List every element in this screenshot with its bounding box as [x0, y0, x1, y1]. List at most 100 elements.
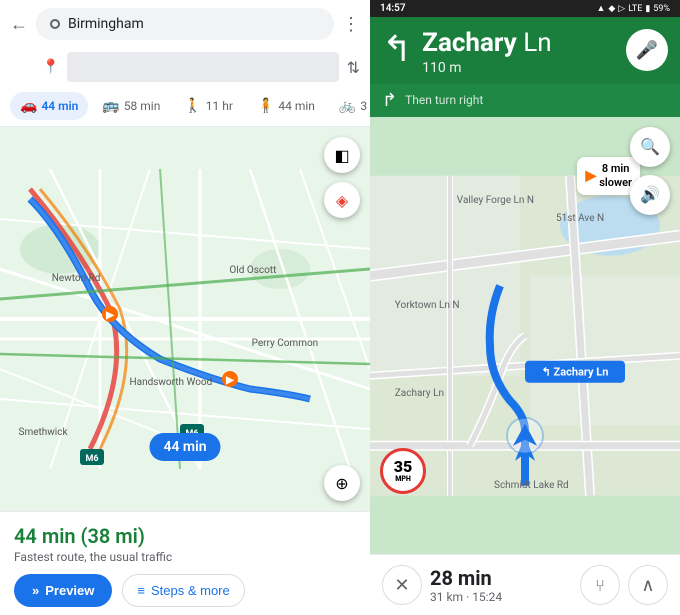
- search-bar[interactable]: Birmingham: [36, 8, 334, 40]
- nav-street-name: Zachary Ln: [422, 29, 616, 58]
- sub-street-name: Then turn right: [405, 93, 483, 107]
- nav-expand-button[interactable]: ∧: [628, 565, 668, 605]
- swap-button[interactable]: ⇅: [347, 58, 360, 77]
- handsworth-wood-label: Handsworth Wood: [130, 377, 213, 388]
- bike-icon: 🚲: [339, 98, 356, 114]
- zachary-ln-label: Zachary Ln: [395, 388, 444, 399]
- tab-walking[interactable]: 🚶 11 hr: [174, 92, 243, 120]
- old-oscott-label: Old Oscott: [229, 265, 276, 276]
- sound-button[interactable]: 🔊: [630, 175, 670, 215]
- rideshare-icon: 🧍: [257, 98, 274, 114]
- valley-forge-label: Valley Forge Ln N: [457, 195, 534, 206]
- data-icon: ▷: [618, 4, 625, 14]
- steps-icon: ≡: [137, 583, 145, 598]
- search-circle-icon: [50, 19, 60, 29]
- car-icon: 🚗: [20, 98, 37, 114]
- map-search-button[interactable]: 🔍: [630, 127, 670, 167]
- nav-eta-info: 28 min 31 km · 15:24: [430, 566, 572, 604]
- transit-eta: 58 min: [124, 99, 161, 113]
- compass-button[interactable]: ◈: [324, 182, 360, 218]
- slower-text: slower: [599, 176, 632, 190]
- transport-tabs: 🚗 44 min 🚌 58 min 🚶 11 hr 🧍 44 min 🚲 3 h…: [0, 86, 370, 127]
- schmidt-lake-label: Schmidt Lake Rd: [494, 480, 569, 491]
- status-time: 14:57: [380, 3, 406, 14]
- waypoint-row: 📍 ⇅: [0, 48, 370, 86]
- eta-badge: 44 min: [149, 433, 220, 461]
- compass-icon: ◈: [336, 191, 348, 210]
- lte-label: LTE: [628, 4, 642, 14]
- nav-street-info: Zachary Ln 110 m: [422, 29, 616, 76]
- nav-eta-time: 28 min: [430, 566, 572, 590]
- preview-label: Preview: [45, 583, 94, 598]
- battery-level: 59%: [653, 4, 670, 14]
- sound-icon: 🔊: [640, 185, 660, 204]
- sub-turn-icon: ↱: [382, 90, 397, 111]
- walking-eta: 11 hr: [206, 99, 233, 113]
- right-panel: 14:57 ▲ ◆ ▷ LTE ▮ 59% ↰ Zachary Ln 110 m…: [370, 0, 680, 615]
- layers-button[interactable]: ◧: [324, 137, 360, 173]
- nav-header: ↰ Zachary Ln 110 m 🎤: [370, 17, 680, 84]
- nav-eta-details: 31 km · 15:24: [430, 590, 572, 604]
- perry-common-label: Perry Common: [252, 338, 319, 349]
- preview-arrows-icon: »: [32, 583, 39, 598]
- signal-icon: ▲: [596, 3, 605, 14]
- nav-map-area[interactable]: ↰ Zachary Ln Valley Forge Ln N 51st Ave …: [370, 117, 680, 554]
- nav-distance: 110 m: [422, 60, 616, 76]
- newton-rd-label: Newton Rd: [52, 273, 101, 284]
- back-button[interactable]: ←: [10, 14, 28, 35]
- location-pin-icon: 📍: [42, 59, 59, 75]
- waypoint-input[interactable]: [67, 52, 338, 82]
- tab-driving[interactable]: 🚗 44 min: [10, 92, 88, 120]
- tab-transit[interactable]: 🚌 58 min: [92, 92, 170, 120]
- nav-close-button[interactable]: ✕: [382, 565, 422, 605]
- search-destination: Birmingham: [68, 16, 144, 32]
- street-name-text: Zachary: [422, 28, 517, 58]
- traffic-icon: ▶: [585, 167, 596, 185]
- speed-number: 35: [394, 459, 413, 475]
- voice-button[interactable]: 🎤: [626, 29, 668, 71]
- action-buttons: » Preview ≡ Steps & more: [14, 574, 356, 607]
- nav-arrival: 15:24: [472, 590, 502, 604]
- left-panel: ← Birmingham ⋮ 📍 ⇅ 🚗 44 min 🚌 58 min 🚶 1…: [0, 0, 370, 615]
- route-description: Fastest route, the usual traffic: [14, 550, 356, 564]
- svg-text:↰ Zachary Ln: ↰ Zachary Ln: [542, 365, 609, 378]
- map-area[interactable]: ▶ ▶ M6 M6 Old Oscott Smethwick Perry Com…: [0, 127, 370, 511]
- bus-icon: 🚌: [102, 98, 119, 114]
- steps-button[interactable]: ≡ Steps & more: [122, 574, 244, 607]
- route-options-button[interactable]: ⑂: [580, 565, 620, 605]
- close-icon: ✕: [394, 575, 409, 596]
- speed-sign: 35 MPH: [380, 448, 426, 494]
- locate-icon: ⊕: [335, 474, 348, 493]
- route-fork-icon: ⑂: [595, 576, 605, 595]
- yorktown-label: Yorktown Ln N: [395, 300, 460, 311]
- mic-icon: 🎤: [636, 40, 658, 61]
- wifi-icon: ◆: [608, 4, 615, 14]
- walk-icon: 🚶: [184, 98, 201, 114]
- nav-distance: 31 km: [430, 590, 463, 604]
- rideshare-eta: 44 min: [278, 99, 315, 113]
- svg-text:▶: ▶: [225, 375, 235, 386]
- svg-text:M6: M6: [85, 454, 98, 464]
- battery-icon: ▮: [645, 4, 650, 14]
- expand-icon: ∧: [641, 575, 654, 596]
- preview-button[interactable]: » Preview: [14, 574, 112, 607]
- svg-text:▶: ▶: [105, 310, 115, 321]
- steps-label: Steps & more: [151, 583, 230, 598]
- turn-arrow-icon: ↰: [382, 31, 412, 67]
- route-time: 44 min (38 mi): [14, 524, 356, 548]
- status-bar: 14:57 ▲ ◆ ▷ LTE ▮ 59%: [370, 0, 680, 17]
- driving-eta: 44 min: [41, 99, 78, 113]
- sub-direction: ↱ Then turn right: [370, 84, 680, 117]
- status-icons: ▲ ◆ ▷ LTE ▮ 59%: [596, 3, 670, 14]
- bottom-info: 44 min (38 mi) Fastest route, the usual …: [0, 511, 370, 615]
- 51st-ave-label: 51st Ave N: [556, 213, 604, 224]
- street-suffix: Ln: [523, 28, 551, 58]
- speed-unit: MPH: [395, 475, 411, 483]
- locate-button[interactable]: ⊕: [324, 465, 360, 501]
- slower-time: 8 min: [599, 162, 632, 176]
- smethwick-label: Smethwick: [19, 427, 68, 438]
- tab-rideshare[interactable]: 🧍 44 min: [247, 92, 325, 120]
- more-button[interactable]: ⋮: [342, 14, 360, 35]
- layers-icon: ◧: [334, 146, 349, 165]
- search-icon: 🔍: [640, 137, 660, 156]
